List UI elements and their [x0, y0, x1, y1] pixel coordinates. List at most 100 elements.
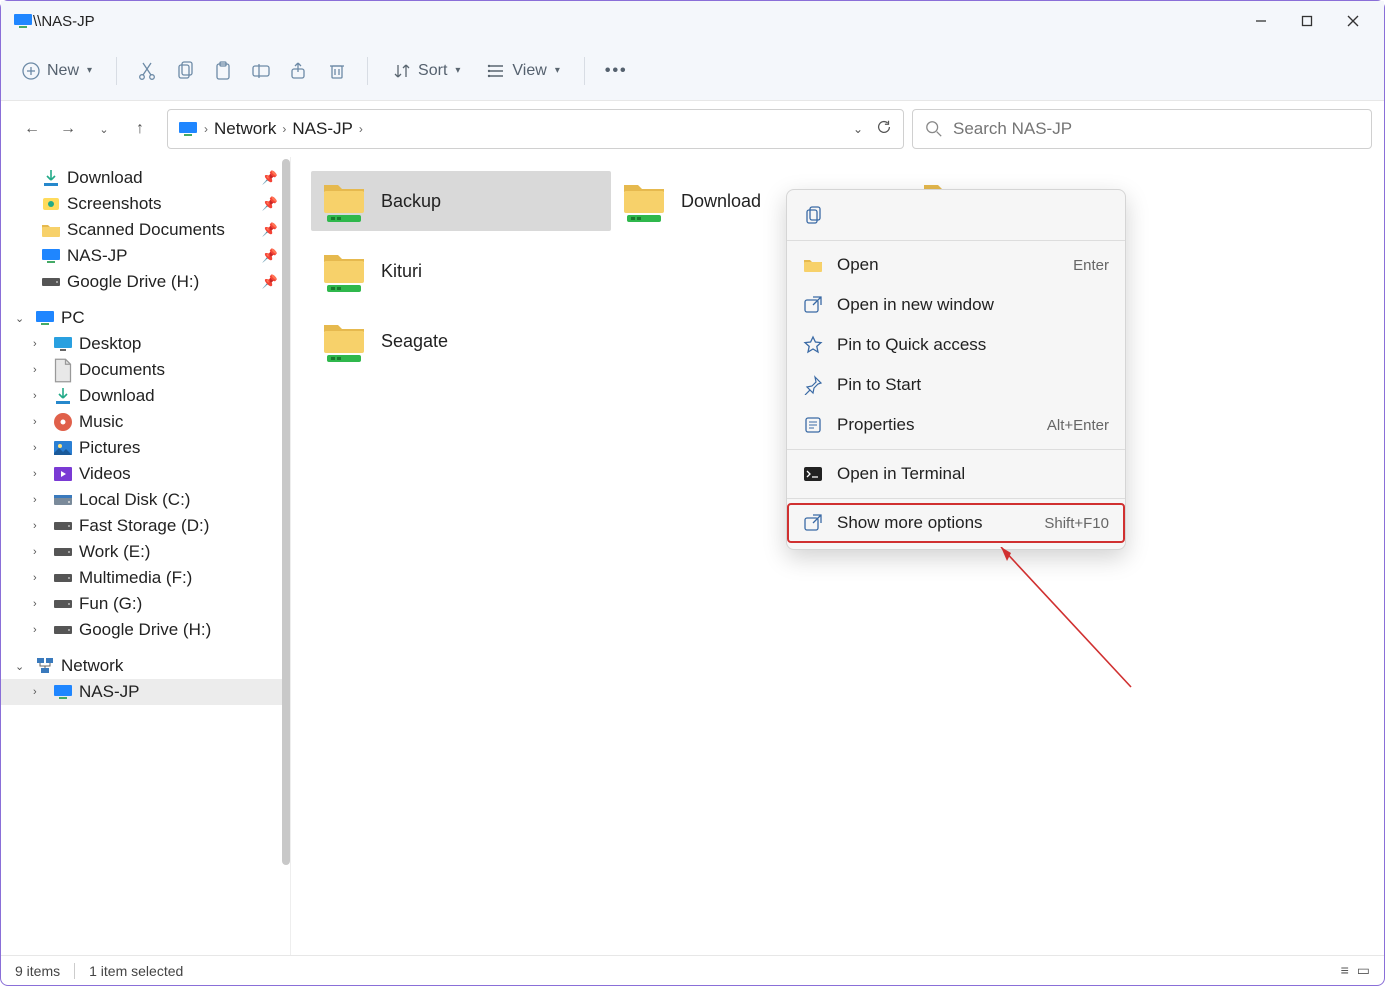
disk-icon [53, 491, 73, 509]
ctx-label: Properties [837, 415, 914, 435]
expand-icon[interactable]: › [33, 364, 47, 376]
sidebar-pc-item[interactable]: › Download [1, 383, 290, 409]
context-menu: Open Enter Open in new window Pin to Qui… [786, 189, 1126, 550]
separator [787, 240, 1125, 241]
scrollbar[interactable] [282, 159, 290, 865]
search-box[interactable] [912, 109, 1372, 149]
search-input[interactable] [953, 119, 1359, 139]
network-folder-icon [321, 179, 367, 223]
ctx-label: Pin to Start [837, 375, 921, 395]
sort-button[interactable]: Sort ▾ [382, 55, 470, 87]
copy-button[interactable] [169, 55, 201, 87]
close-button[interactable] [1330, 1, 1376, 41]
sidebar-pc-item[interactable]: ›Fun (G:) [1, 591, 290, 617]
sidebar-item-label: Documents [79, 360, 165, 380]
sidebar-pc-item[interactable]: ›Desktop [1, 331, 290, 357]
delete-button[interactable] [321, 55, 353, 87]
expand-icon[interactable]: › [33, 520, 47, 532]
ctx-open[interactable]: Open Enter [787, 245, 1125, 285]
new-label: New [47, 62, 79, 80]
sidebar-item-label: Download [79, 386, 155, 406]
sidebar-pc-item[interactable]: ›Google Drive (H:) [1, 617, 290, 643]
annotation-arrow [991, 547, 1151, 707]
sidebar-pc[interactable]: ⌄ PC [1, 305, 290, 331]
sidebar-network[interactable]: ⌄ Network [1, 653, 290, 679]
expand-icon[interactable]: › [33, 572, 47, 584]
expand-icon[interactable]: › [33, 338, 47, 350]
expand-icon[interactable]: › [33, 598, 47, 610]
sidebar-item-label: Music [79, 412, 123, 432]
expand-icon[interactable]: › [33, 416, 47, 428]
breadcrumb-network[interactable]: Network [214, 119, 276, 139]
sidebar-quick-item[interactable]: Scanned Documents 📌 [1, 217, 290, 243]
sidebar-quick-item[interactable]: NAS-JP📌 [1, 243, 290, 269]
sidebar-pc-item[interactable]: › Fast Storage (D:) [1, 513, 290, 539]
sidebar-item-label: Scanned Documents [67, 220, 225, 240]
expand-icon[interactable]: › [33, 494, 47, 506]
folder-item[interactable]: Backup [311, 171, 611, 231]
expand-icon[interactable]: › [33, 546, 47, 558]
ctx-shortcut: Alt+Enter [1047, 417, 1109, 434]
details-view-button[interactable]: ≡ [1341, 962, 1349, 979]
expand-icon[interactable]: › [33, 624, 47, 636]
pin-icon: 📌 [262, 274, 278, 290]
folder-pane[interactable]: BackupDownloadElementsKituriPublicSeagat… [291, 157, 1384, 955]
forward-button[interactable]: → [55, 116, 81, 142]
pin-icon: 📌 [262, 222, 278, 238]
paste-button[interactable] [207, 55, 239, 87]
chevron-down-icon[interactable]: ⌄ [853, 122, 863, 136]
separator [74, 963, 75, 979]
cut-button[interactable] [131, 55, 163, 87]
collapse-icon[interactable]: ⌄ [15, 312, 29, 325]
folder-name: Backup [381, 191, 441, 212]
sidebar-pc-item[interactable]: › Documents [1, 357, 290, 383]
sidebar-quick-item[interactable]: Screenshots📌 [1, 191, 290, 217]
sidebar-pc-item[interactable]: ›Videos [1, 461, 290, 487]
ctx-pin-quick[interactable]: Pin to Quick access [787, 325, 1125, 365]
sidebar-nas-jp[interactable]: › NAS-JP [1, 679, 290, 705]
minimize-button[interactable] [1238, 1, 1284, 41]
sidebar-pc-item[interactable]: ›Multimedia (F:) [1, 565, 290, 591]
folder-item[interactable]: Kituri [311, 241, 611, 301]
ctx-show-more[interactable]: Show more options Shift+F10 [787, 503, 1125, 543]
pictures-icon [53, 439, 73, 457]
sidebar-pc-item[interactable]: ›Local Disk (C:) [1, 487, 290, 513]
expand-icon[interactable]: › [33, 468, 47, 480]
ctx-pin-start[interactable]: Pin to Start [787, 365, 1125, 405]
sidebar-item-label: Network [61, 656, 123, 676]
download-icon [41, 169, 61, 187]
sidebar-quick-item[interactable]: Google Drive (H:)📌 [1, 269, 290, 295]
ctx-terminal[interactable]: Open in Terminal [787, 454, 1125, 494]
ctx-shortcut: Enter [1073, 257, 1109, 274]
sidebar-pc-item[interactable]: ›Pictures [1, 435, 290, 461]
ctx-properties[interactable]: Properties Alt+Enter [787, 405, 1125, 445]
ctx-open-new-window[interactable]: Open in new window [787, 285, 1125, 325]
sidebar-quick-item[interactable]: Download📌 [1, 165, 290, 191]
separator [584, 57, 585, 85]
new-button[interactable]: New ▾ [11, 55, 102, 87]
view-button[interactable]: View ▾ [476, 55, 569, 87]
ctx-copy[interactable] [787, 196, 1125, 236]
sidebar-pc-item[interactable]: ›Work (E:) [1, 539, 290, 565]
refresh-button[interactable] [875, 118, 893, 141]
expand-icon[interactable]: › [33, 686, 47, 698]
more-button[interactable]: ••• [599, 56, 634, 86]
up-button[interactable]: ↑ [127, 116, 153, 142]
back-button[interactable]: ← [19, 116, 45, 142]
sidebar-item-label: Fast Storage (D:) [79, 516, 209, 536]
rename-button[interactable] [245, 55, 277, 87]
collapse-icon[interactable]: ⌄ [15, 660, 29, 673]
sidebar-pc-item[interactable]: › Music [1, 409, 290, 435]
address-bar[interactable]: › Network › NAS-JP › ⌄ [167, 109, 904, 149]
maximize-button[interactable] [1284, 1, 1330, 41]
folder-item[interactable]: Seagate [311, 311, 611, 371]
expand-icon[interactable]: › [33, 390, 47, 402]
terminal-icon [803, 464, 823, 484]
share-button[interactable] [283, 55, 315, 87]
expand-icon[interactable]: › [33, 442, 47, 454]
download-icon [53, 387, 73, 405]
breadcrumb-leaf[interactable]: NAS-JP [292, 119, 352, 139]
thumb-view-button[interactable]: ▭ [1357, 962, 1370, 979]
recent-dropdown[interactable]: ⌄ [91, 116, 117, 142]
pc-icon [178, 120, 198, 138]
